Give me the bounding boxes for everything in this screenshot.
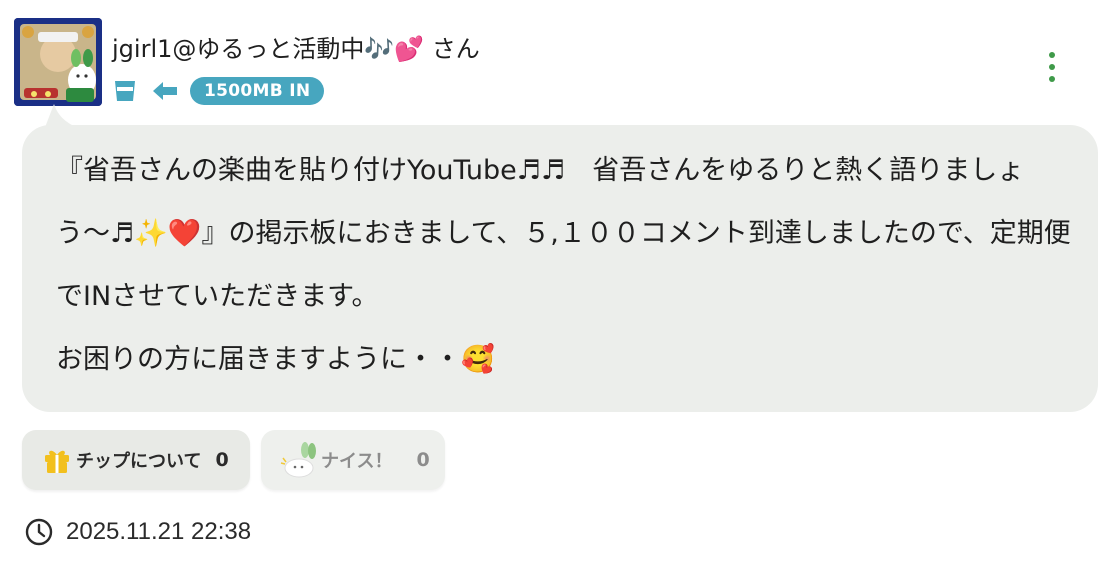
avatar-image [14, 18, 102, 106]
arrow-left-icon [152, 80, 178, 102]
clock-icon [24, 517, 54, 547]
nice-button[interactable]: ナイス！ 0 [261, 430, 445, 490]
avatar[interactable] [14, 18, 102, 106]
timestamp: 2025.11.21 22:38 [66, 518, 252, 545]
tip-button[interactable]: チップについて 0 [22, 430, 250, 490]
username[interactable]: jgirl1@ゆるっと活動中🎶💕 さん [112, 32, 480, 66]
nice-button-label: ナイス！ [321, 451, 393, 472]
gift-icon [42, 445, 72, 475]
user-meta-row: 1500MB IN [112, 76, 325, 106]
mb-badge: 1500MB IN [190, 77, 325, 105]
more-dot [1049, 76, 1055, 82]
timestamp-row: 2025.11.21 22:38 [24, 516, 251, 548]
cup-icon [112, 78, 138, 104]
more-dot [1049, 64, 1055, 70]
nice-count: 0 [416, 449, 430, 471]
message-text: 『省吾さんの楽曲を貼り付けYouTube♬♬ 省吾さんをゆるりと熱く語りましょう… [56, 139, 1076, 391]
more-vertical-icon [1049, 52, 1055, 58]
message-paragraph: お困りの方に届きますように・・🥰 [56, 344, 495, 375]
rabbit-nice-icon [279, 440, 319, 480]
tip-count: 0 [215, 449, 229, 471]
post-card: jgirl1@ゆるっと活動中🎶💕 さん 1500MB IN 『省吾さんの楽曲を貼… [0, 0, 1116, 574]
more-options-button[interactable] [1038, 50, 1066, 84]
message-bubble: 『省吾さんの楽曲を貼り付けYouTube♬♬ 省吾さんをゆるりと熱く語りましょう… [22, 125, 1098, 412]
message-paragraph: 『省吾さんの楽曲を貼り付けYouTube♬♬ 省吾さんをゆるりと熱く語りましょう… [56, 155, 1071, 312]
tip-button-label: チップについて [76, 451, 202, 472]
